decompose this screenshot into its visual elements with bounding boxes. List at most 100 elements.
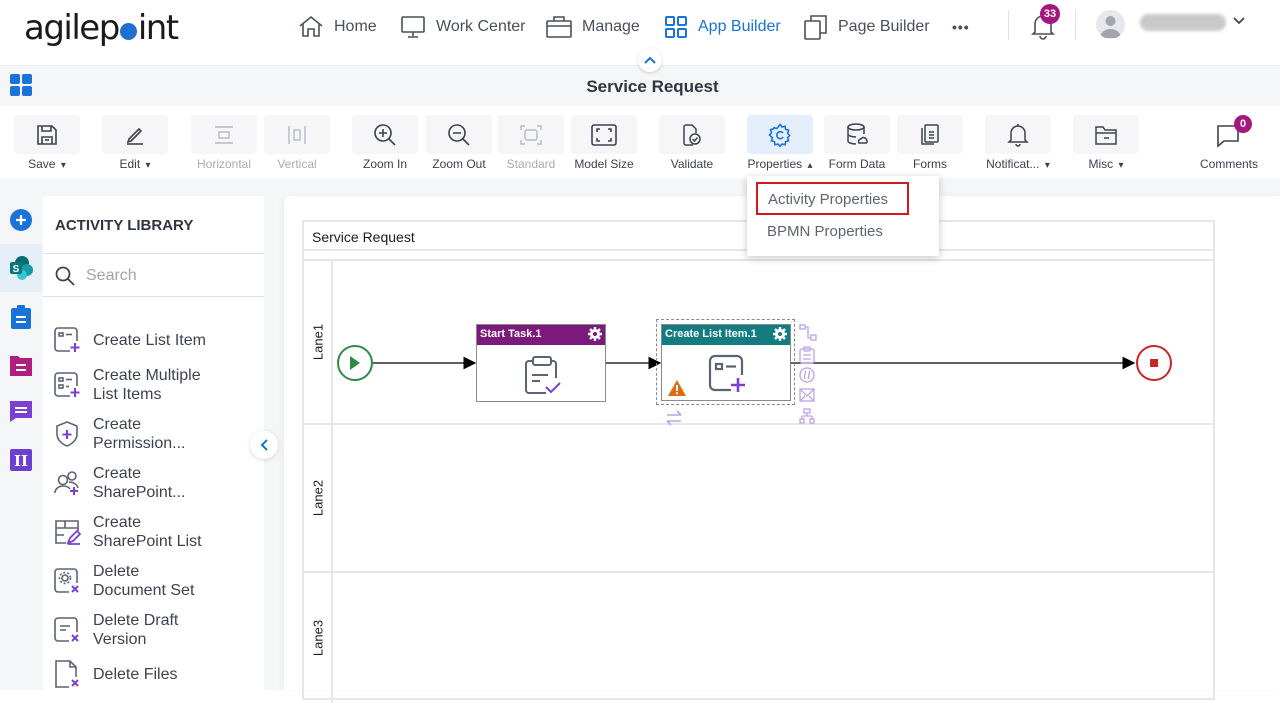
zoom-out-icon bbox=[448, 123, 470, 146]
plus-circle-icon bbox=[10, 209, 32, 231]
warning-icon[interactable] bbox=[668, 380, 686, 396]
library-item-create-sharepoint-group[interactable]: Create SharePoint... bbox=[53, 464, 258, 502]
activity-library-panel: ACTIVITY LIBRARY Search Create List Item… bbox=[43, 196, 264, 690]
chevron-down-icon: ▾ bbox=[1118, 160, 1124, 171]
chevron-up-icon: ▴ bbox=[807, 160, 813, 171]
category-integration[interactable]: II bbox=[5, 443, 37, 477]
library-item-delete-draft-version[interactable]: Delete Draft Version bbox=[53, 611, 258, 649]
page-title: Service Request bbox=[586, 77, 719, 96]
nav-manage[interactable]: Manage bbox=[546, 12, 640, 42]
forms-button[interactable]: Forms bbox=[897, 115, 963, 171]
process-model-canvas[interactable]: Service Request Lane1 Lane2 Lane3 Start … bbox=[284, 196, 1280, 703]
collapse-library-button[interactable] bbox=[250, 431, 278, 459]
svg-text:II: II bbox=[14, 452, 28, 470]
clipboard-check-icon bbox=[525, 356, 561, 394]
email-icon[interactable] bbox=[799, 388, 815, 402]
folder-doc-icon bbox=[10, 356, 32, 376]
library-item-create-list-item[interactable]: Create List Item bbox=[53, 326, 258, 354]
activity-search-input[interactable]: Search bbox=[43, 253, 264, 297]
process-toolbar: Save ▾ Edit ▾ Horizontal Vertical Zoom I… bbox=[0, 106, 1280, 178]
save-icon bbox=[37, 124, 57, 145]
form-task-icon[interactable] bbox=[799, 346, 815, 364]
monitor-icon bbox=[401, 16, 425, 38]
zoom-out-button[interactable]: Zoom Out bbox=[426, 115, 492, 171]
fit-screen-icon bbox=[591, 123, 617, 146]
swap-arrows-icon[interactable] bbox=[665, 410, 683, 426]
menu-item-bpmn-properties[interactable]: BPMN Properties bbox=[756, 215, 894, 248]
chevron-down-icon: ▾ bbox=[60, 160, 66, 171]
chat-icon bbox=[10, 401, 32, 422]
connector-icon[interactable] bbox=[799, 324, 817, 342]
nav-page-builder[interactable]: Page Builder bbox=[804, 12, 930, 42]
add-category-button[interactable] bbox=[5, 203, 37, 237]
library-item-delete-files[interactable]: Delete Files bbox=[53, 660, 258, 688]
bell-icon bbox=[1007, 123, 1029, 147]
horizontal-layout-button[interactable]: Horizontal bbox=[191, 115, 257, 171]
nav-app-builder[interactable]: App Builder bbox=[664, 12, 781, 42]
user-avatar[interactable] bbox=[1096, 10, 1125, 39]
notification-count-badge: 33 bbox=[1040, 4, 1060, 24]
search-icon bbox=[55, 266, 75, 286]
library-item-create-permission[interactable]: Create Permission... bbox=[53, 415, 258, 453]
workspace: S II ACTIVITY LIBRARY Search Create List… bbox=[0, 178, 1280, 703]
form-data-button[interactable]: Form Data bbox=[824, 115, 890, 171]
agilepoint-logo[interactable]: agilep int bbox=[24, 8, 179, 48]
vertical-layout-button[interactable]: Vertical bbox=[264, 115, 330, 171]
pencil-icon bbox=[126, 127, 143, 145]
script-icon[interactable] bbox=[799, 367, 815, 383]
misc-button[interactable]: Misc ▾ bbox=[1073, 115, 1139, 171]
gear-icon[interactable] bbox=[588, 327, 602, 341]
nav-work-center[interactable]: Work Center bbox=[400, 12, 526, 42]
library-item-create-multiple-list-items[interactable]: Create Multiple List Items bbox=[53, 366, 258, 404]
activity-category-rail: S II bbox=[0, 178, 42, 690]
category-sharepoint[interactable]: S bbox=[0, 244, 42, 292]
document-set-delete-icon bbox=[54, 568, 79, 593]
standard-size-icon bbox=[520, 124, 542, 145]
user-name-redacted[interactable] bbox=[1140, 14, 1226, 31]
library-item-create-sharepoint-list[interactable]: Create SharePoint List bbox=[53, 513, 258, 551]
briefcase-icon bbox=[546, 16, 572, 38]
category-tasks[interactable] bbox=[5, 300, 37, 334]
validate-button[interactable]: Validate bbox=[659, 115, 725, 171]
create-list-item-icon bbox=[54, 327, 80, 352]
edit-button[interactable]: Edit ▾ bbox=[102, 115, 168, 171]
more-menu-button[interactable]: ••• bbox=[952, 12, 970, 42]
home-icon bbox=[299, 15, 323, 37]
end-event[interactable] bbox=[1136, 345, 1172, 381]
activity-start-task[interactable]: Start Task.1 bbox=[476, 324, 606, 402]
gear-icon bbox=[768, 122, 791, 147]
collapse-header-button[interactable] bbox=[638, 48, 662, 72]
library-item-delete-document-set[interactable]: Delete Document Set bbox=[53, 562, 258, 600]
comments-button[interactable]: 0 Comments bbox=[1196, 115, 1262, 171]
chevron-down-icon[interactable] bbox=[1233, 17, 1245, 25]
standard-size-button[interactable]: Standard bbox=[498, 115, 564, 171]
activity-library-title: ACTIVITY LIBRARY bbox=[55, 217, 194, 234]
zoom-in-icon bbox=[374, 123, 396, 146]
chevron-down-icon: ▾ bbox=[1044, 160, 1050, 171]
vertical-icon bbox=[288, 125, 306, 144]
divider bbox=[1075, 10, 1076, 40]
create-multiple-list-items-icon bbox=[54, 372, 80, 397]
title-bar: Service Request bbox=[0, 66, 1280, 106]
notifications-button[interactable]: 33 bbox=[1030, 4, 1060, 45]
save-button[interactable]: Save ▾ bbox=[14, 115, 80, 171]
start-event[interactable] bbox=[337, 345, 373, 381]
database-icon bbox=[847, 122, 868, 145]
file-delete-icon bbox=[55, 660, 79, 688]
nav-home[interactable]: Home bbox=[298, 12, 377, 42]
menu-item-activity-properties[interactable]: Activity Properties bbox=[756, 182, 909, 215]
gear-icon[interactable] bbox=[773, 327, 787, 341]
chevron-left-icon bbox=[260, 439, 268, 451]
list-edit-icon bbox=[55, 520, 81, 545]
clipboard-icon bbox=[11, 305, 31, 329]
subprocess-icon[interactable] bbox=[799, 408, 815, 424]
forms-icon bbox=[921, 123, 939, 145]
validate-icon bbox=[683, 123, 701, 146]
category-messaging[interactable] bbox=[5, 394, 37, 428]
properties-button[interactable]: Properties ▴ bbox=[745, 115, 815, 171]
zoom-in-button[interactable]: Zoom In bbox=[352, 115, 418, 171]
notifications-menu-button[interactable]: Notificat... ▾ bbox=[985, 115, 1051, 171]
activity-create-list-item[interactable]: Create List Item.1 bbox=[661, 324, 791, 401]
model-size-button[interactable]: Model Size bbox=[571, 115, 637, 171]
category-documents[interactable] bbox=[5, 348, 37, 382]
